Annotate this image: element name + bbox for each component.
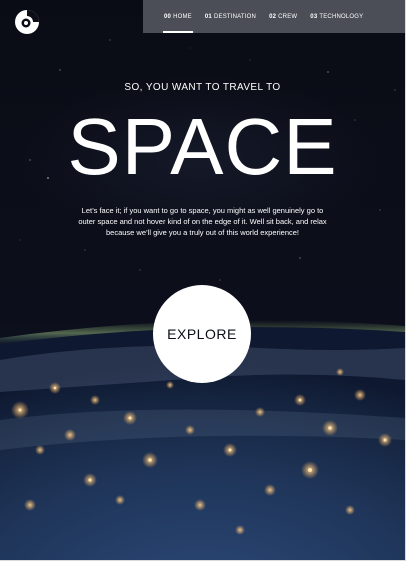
nav-item-label: CREW	[278, 13, 298, 20]
nav-item-destination[interactable]: 01 DESTINATION	[205, 0, 256, 33]
explore-button[interactable]: EXPLORE	[153, 285, 251, 383]
nav-item-number: 00	[164, 13, 172, 20]
hero-title: SPACE	[67, 102, 338, 191]
nav-item-label: HOME	[173, 13, 192, 20]
nav-item-number: 02	[269, 13, 277, 20]
nav-item-number: 03	[310, 13, 318, 20]
nav-item-label: TECHNOLOGY	[319, 13, 364, 20]
hero-subtitle: SO, YOU WANT TO TRAVEL TO	[124, 82, 281, 93]
nav-item-label: DESTINATION	[213, 13, 257, 20]
page-frame: 00 HOME 01 DESTINATION 02 CREW 03 TECHNO…	[0, 0, 406, 561]
main-navigation: 00 HOME 01 DESTINATION 02 CREW 03 TECHNO…	[143, 0, 405, 33]
logo-icon[interactable]	[14, 9, 40, 35]
nav-item-number: 01	[204, 13, 212, 20]
nav-item-crew[interactable]: 02 CREW	[269, 0, 297, 33]
nav-item-technology[interactable]: 03 TECHNOLOGY	[310, 0, 363, 33]
nav-item-home[interactable]: 00 HOME	[163, 0, 193, 33]
explore-button-label: EXPLORE	[167, 326, 237, 342]
hero-description: Let’s face it; if you want to go to spac…	[78, 206, 327, 237]
